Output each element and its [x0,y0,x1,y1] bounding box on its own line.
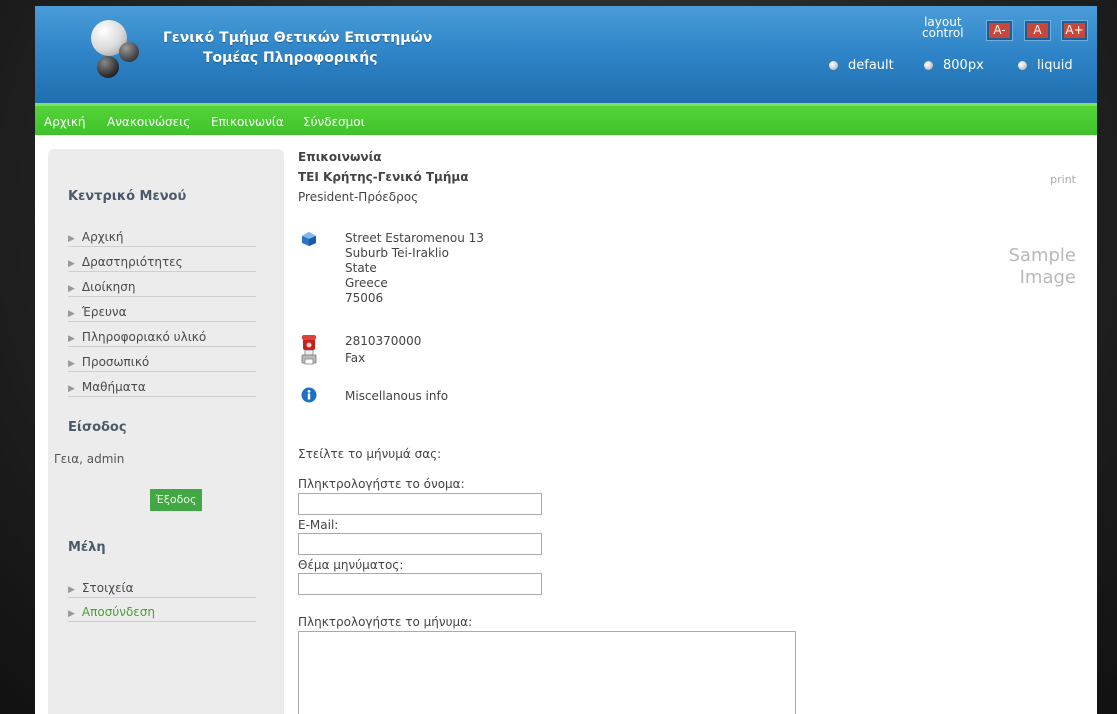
info-icon [301,387,317,403]
width-800px-option[interactable]: 800px [924,58,984,73]
sidebar-item-courses[interactable]: ▶ Μαθήματα [68,380,256,397]
subject-input[interactable] [298,573,542,595]
sidebar-item-staff[interactable]: ▶ Προσωπικό [68,355,256,372]
sample-image: Sample Image [1008,245,1077,288]
contact-organization: ΤΕΙ Κρήτης-Γενικό Τμήμα [298,170,469,184]
subject-label: Θέμα μηνύματος: [298,558,404,572]
main-content: Επικοινωνία ΤΕΙ Κρήτης-Γενικό Τμήμα Pres… [298,149,1088,714]
nav-home[interactable]: Αρχική [44,115,86,129]
page-title: Επικοινωνία [298,150,382,164]
contact-phone: 2810370000 [345,334,422,348]
arrow-right-icon: ▶ [68,334,75,344]
radio-icon [924,61,933,70]
contact-fax: Fax [345,351,366,365]
arrow-right-icon: ▶ [68,585,75,595]
print-link[interactable]: print [1050,173,1076,186]
email-input[interactable] [298,533,542,555]
arrow-right-icon: ▶ [68,234,75,244]
form-intro: Στείλτε το μήνυμά σας: [298,447,442,461]
main-nav: Αρχική Ανακοινώσεις Επικοινωνία Σύνδεσμο… [35,103,1097,135]
address-icon [302,232,316,246]
message-textarea[interactable] [298,631,796,714]
arrow-right-icon: ▶ [68,309,75,319]
page: Γενικό Τμήμα Θετικών Επιστημών Τομέας Πλ… [35,6,1097,714]
radio-icon [1018,61,1027,70]
logout-button[interactable]: Έξοδος [150,489,202,511]
nav-links[interactable]: Σύνδεσμοι [303,115,365,129]
fax-icon [301,350,317,365]
login-title: Είσοδος [68,420,127,435]
font-increase-button[interactable]: A+ [1061,20,1088,41]
email-label: E-Mail: [298,518,339,532]
font-decrease-button[interactable]: A- [986,20,1013,41]
name-input[interactable] [298,493,542,515]
greeting-text: Γεια, admin [54,452,125,466]
sidebar-item-info-material[interactable]: ▶ Πληροφοριακό υλικό [68,330,256,347]
phone-icon [302,335,316,350]
nav-contact[interactable]: Επικοινωνία [211,115,284,129]
name-label: Πληκτρολογήστε το όνομα: [298,477,465,491]
radio-icon [829,61,838,70]
sidebar-item-research[interactable]: ▶ Έρευνα [68,305,256,322]
site-title-line2: Τομέας Πληροφορικής [203,50,378,66]
contact-address: Street Estaromenou 13 Suburb Tei-Iraklio… [345,231,484,305]
sidebar-item-details[interactable]: ▶ Στοιχεία [68,581,256,598]
width-default-option[interactable]: default [829,58,894,73]
message-label: Πληκτρολογήστε το μήνυμα: [298,615,473,629]
sidebar-item-disconnect[interactable]: ▶ Αποσύνδεση [68,605,256,622]
members-title: Μέλη [68,540,106,555]
sidebar-item-activities[interactable]: ▶ Δραστηριότητες [68,255,256,272]
site-title: Γενικό Τμήμα Θετικών Επιστημών Τομέας Πλ… [163,28,432,68]
font-default-button[interactable]: A [1024,20,1051,41]
contact-position: President-Πρόεδρος [298,190,419,204]
sidebar-item-home[interactable]: ▶ Αρχική [68,230,256,247]
layout-control-label: layout control [922,15,964,40]
main-menu-title: Κεντρικό Μενού [68,189,187,204]
arrow-right-icon: ▶ [68,609,75,619]
site-logo [85,20,165,90]
width-liquid-option[interactable]: liquid [1018,58,1073,73]
nav-announcements[interactable]: Ανακοινώσεις [107,115,190,129]
arrow-right-icon: ▶ [68,384,75,394]
arrow-right-icon: ▶ [68,259,75,269]
contact-misc: Miscellanous info [345,389,449,403]
site-title-line1: Γενικό Τμήμα Θετικών Επιστημών [163,30,433,46]
sidebar: Κεντρικό Μενού ▶ Αρχική ▶ Δραστηριότητες ▶… [48,149,284,714]
arrow-right-icon: ▶ [68,284,75,294]
arrow-right-icon: ▶ [68,359,75,369]
site-header: Γενικό Τμήμα Θετικών Επιστημών Τομέας Πλ… [35,6,1097,103]
sidebar-item-administration[interactable]: ▶ Διοίκηση [68,280,256,297]
